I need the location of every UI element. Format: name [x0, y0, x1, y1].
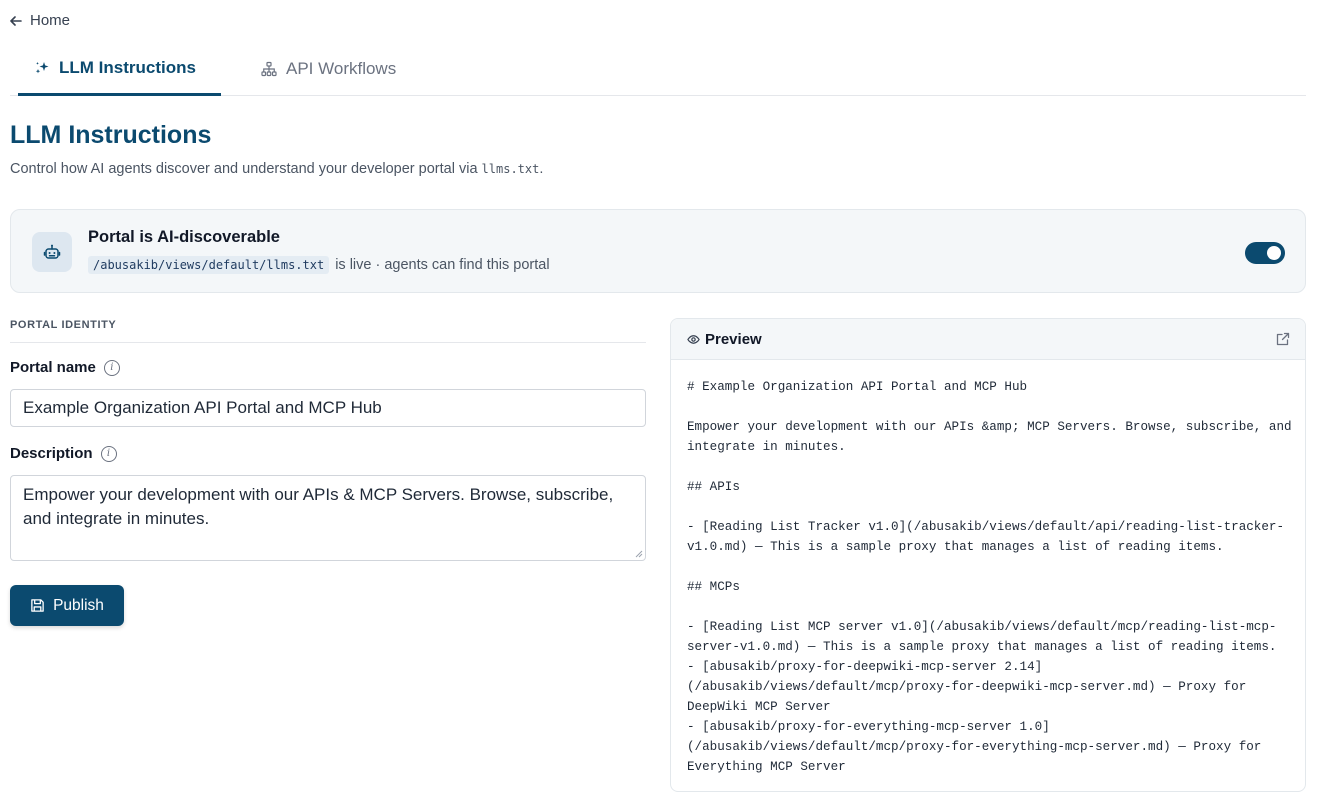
toggle-knob [1267, 246, 1281, 260]
preview-title: Preview [687, 331, 762, 348]
preview-line: - [Reading List Tracker v1.0](/abusakib/… [687, 520, 1285, 534]
portal-name-label: Portal name i [10, 359, 120, 376]
preview-title-text: Preview [705, 330, 762, 348]
arrow-left-icon [10, 15, 22, 26]
ai-discoverable-toggle[interactable] [1245, 242, 1285, 264]
preview-line: ## MCPs [687, 580, 740, 594]
preview-line [687, 397, 1289, 417]
section-label-portal-identity: PORTAL IDENTITY [10, 319, 117, 331]
page-title: LLM Instructions [10, 121, 212, 149]
llms-path-code: /abusakib/views/default/llms.txt [88, 256, 330, 274]
tab-bar: LLM Instructions API Workflows [10, 48, 1306, 96]
subtitle-text: Control how AI agents discover and under… [10, 161, 478, 177]
preview-line: - [abusakib/proxy-for-deepwiki-mcp-serve… [687, 660, 1043, 674]
preview-header: Preview [671, 319, 1305, 360]
tab-llm-instructions[interactable]: LLM Instructions [18, 48, 221, 96]
robot-icon-badge [32, 232, 72, 272]
preview-line [687, 457, 1289, 477]
publish-label: Publish [53, 596, 104, 614]
preview-line: server-v1.0.md) — This is a sample proxy… [687, 640, 1277, 654]
external-link-icon[interactable] [1275, 331, 1291, 347]
resize-grip-icon[interactable] [635, 550, 643, 558]
sparkles-icon [35, 61, 49, 73]
ai-discoverable-banner: Portal is AI-discoverable /abusakib/view… [10, 209, 1306, 293]
description-textarea[interactable]: Empower your development with our APIs &… [10, 475, 646, 561]
page-subtitle: Control how AI agents discover and under… [10, 161, 543, 177]
preview-line: - [abusakib/proxy-for-everything-mcp-ser… [687, 720, 1050, 734]
tab-llm-instructions-label: LLM Instructions [59, 57, 196, 77]
preview-line: v1.0.md) — This is a sample proxy that m… [687, 540, 1224, 554]
portal-name-input[interactable]: Example Organization API Portal and MCP … [10, 389, 646, 427]
info-icon[interactable]: i [103, 359, 120, 376]
tab-api-workflows[interactable]: API Workflows [245, 48, 412, 96]
description-value: Empower your development with our APIs &… [23, 485, 614, 528]
banner-status-text: is live · agents can find this portal [335, 257, 550, 273]
description-label-text: Description [10, 445, 93, 462]
publish-button[interactable]: Publish [10, 585, 124, 626]
preview-line: (/abusakib/views/default/mcp/proxy-for-d… [687, 680, 1247, 694]
eye-icon [687, 334, 700, 344]
subtitle-code: llms.txt [481, 162, 540, 176]
subtitle-suffix: . [539, 161, 544, 177]
portal-name-label-text: Portal name [10, 359, 96, 376]
info-icon[interactable]: i [100, 445, 117, 462]
preview-line [687, 597, 1289, 617]
back-home-link[interactable]: Home [10, 12, 70, 29]
preview-line [687, 497, 1289, 517]
robot-icon [43, 244, 61, 259]
preview-content: # Example Organization API Portal and MC… [671, 360, 1305, 791]
preview-line: Empower your development with our APIs &… [687, 420, 1292, 434]
preview-line: - [Reading List MCP server v1.0](/abusak… [687, 620, 1277, 634]
preview-panel: Preview # Example Organization API Porta… [670, 318, 1306, 792]
preview-line: Everything MCP Server [687, 760, 846, 774]
tab-api-workflows-label: API Workflows [286, 59, 397, 78]
preview-line: DeepWiki MCP Server [687, 700, 831, 714]
banner-title: Portal is AI-discoverable [88, 228, 280, 246]
preview-line: integrate in minutes. [687, 440, 846, 454]
preview-line: ## APIs [687, 480, 740, 494]
section-divider [10, 342, 646, 343]
back-home-label: Home [30, 12, 71, 29]
preview-line: (/abusakib/views/default/mcp/proxy-for-e… [687, 740, 1262, 754]
workflow-icon [261, 61, 277, 77]
save-icon [31, 599, 44, 612]
preview-line [687, 557, 1289, 577]
preview-line: # Example Organization API Portal and MC… [687, 380, 1028, 394]
description-label: Description i [10, 445, 117, 462]
banner-status: /abusakib/views/default/llms.txt is live… [88, 256, 550, 274]
